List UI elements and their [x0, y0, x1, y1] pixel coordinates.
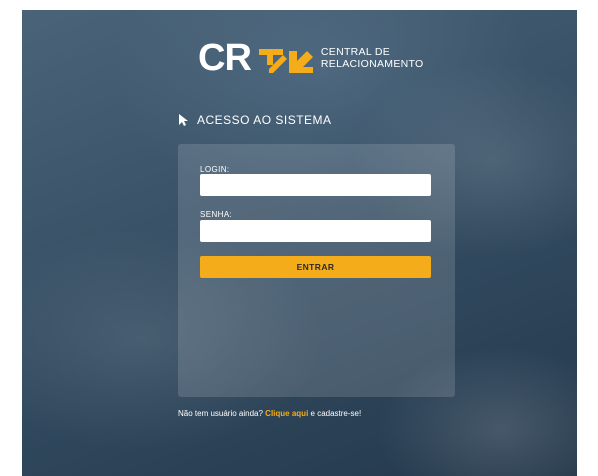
signup-link[interactable]: Clique aqui: [265, 409, 308, 418]
section-title-text: ACESSO AO SISTEMA: [197, 113, 332, 127]
logo-abbreviation: CR: [198, 37, 252, 79]
login-screen: CR CENTRAL DE RELACIONAMENTO ACESSO AO S…: [22, 10, 577, 476]
login-panel: LOGIN: SENHA: ENTRAR: [178, 144, 455, 397]
logo-text: CENTRAL DE RELACIONAMENTO: [321, 46, 424, 70]
logo-line-1: CENTRAL DE: [320, 46, 391, 58]
password-input[interactable]: [200, 220, 431, 242]
signup-prompt: Não tem usuário ainda? Clique aqui e cad…: [178, 409, 361, 418]
section-heading: ACESSO AO SISTEMA: [178, 113, 332, 127]
double-arrow-logo-icon: [258, 49, 313, 73]
enter-button[interactable]: ENTRAR: [200, 256, 431, 278]
login-input[interactable]: [200, 174, 431, 196]
cursor-arrow-icon: [179, 114, 188, 126]
brand-logo: CR CENTRAL DE RELACIONAMENTO: [198, 36, 424, 80]
password-label: SENHA:: [200, 210, 233, 219]
logo-line-2: RELACIONAMENTO: [320, 58, 424, 70]
login-label: LOGIN:: [200, 165, 230, 174]
signup-prefix: Não tem usuário ainda?: [178, 409, 266, 418]
signup-suffix: e cadastre-se!: [308, 409, 362, 418]
